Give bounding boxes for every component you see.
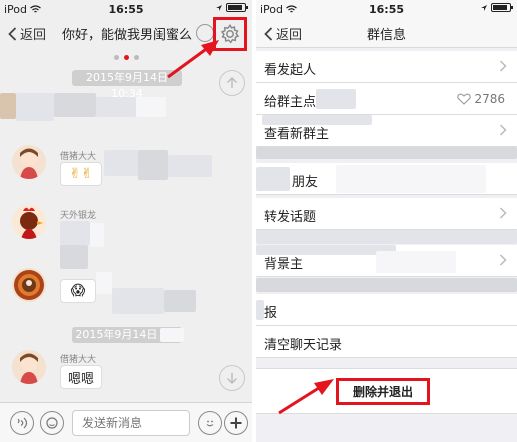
gear-icon <box>220 23 240 44</box>
menu-item-label: 报 <box>264 306 278 321</box>
sticker-icon <box>46 417 58 429</box>
blurred-content <box>16 93 54 121</box>
menu-item-background[interactable]: 背景主 <box>256 245 517 277</box>
blurred-content <box>168 155 212 177</box>
voice-button[interactable] <box>10 411 34 435</box>
back-button[interactable]: 返回 <box>8 24 46 43</box>
chat-screen: iPod 16:55 返回 你好，能做我男闺蜜么 2015年9月14日 10:3… <box>0 0 252 442</box>
sender-name: 借猪大大 <box>60 355 97 365</box>
menu-item-friends[interactable]: 朋友 <box>256 163 517 195</box>
like-count: 2786 <box>457 92 505 106</box>
menu-item-view-new-owner[interactable]: 查看新群主 <box>256 115 517 147</box>
girl-avatar-icon <box>20 148 38 179</box>
chevron-right-icon <box>499 124 507 136</box>
blurred-content <box>376 251 456 273</box>
arrow-down-icon <box>227 373 237 384</box>
status-bar: iPod 16:55 <box>0 0 252 18</box>
avatar[interactable] <box>12 268 46 302</box>
emoji-button[interactable] <box>198 411 222 435</box>
group-settings-button[interactable] <box>213 17 247 51</box>
group-info-screen: iPod 16:55 返回 群信息 看发起人 给群主点 2786 查看新群主 朋… <box>256 0 517 442</box>
chat-timestamp: 2015年9月14日 10:34 <box>72 70 182 100</box>
menu-item-label: 背景主 <box>264 257 304 272</box>
group-info-nav-bar: 返回 群信息 <box>256 18 517 48</box>
blurred-content <box>256 147 517 159</box>
rooster-avatar-icon <box>20 207 43 239</box>
plus-icon <box>230 417 242 429</box>
status-bar: iPod 16:55 <box>256 0 517 18</box>
blurred-content <box>138 150 168 180</box>
blurred-content <box>160 328 184 342</box>
blurred-content <box>256 167 290 191</box>
blurred-content <box>262 115 372 125</box>
blurred-content <box>256 300 264 320</box>
group-info-title: 群信息 <box>366 28 406 43</box>
chevron-right-icon <box>499 254 507 266</box>
blurred-content <box>96 97 136 117</box>
blurred-content <box>256 230 517 244</box>
heart-icon <box>457 93 472 105</box>
smiley-icon <box>206 420 214 427</box>
battery-icon <box>491 3 513 12</box>
menu-item-report[interactable]: 报 <box>256 294 517 326</box>
menu-item-view-creator[interactable]: 看发起人 <box>256 51 517 83</box>
message-bubble[interactable]: ✌✌ <box>60 162 102 186</box>
location-icon <box>216 4 222 11</box>
blurred-content <box>90 223 104 247</box>
blurred-content <box>96 272 112 294</box>
menu-item-label: 转发话题 <box>264 210 317 225</box>
menu-item-forward-topic[interactable]: 转发话题 <box>256 198 517 230</box>
scroll-down-button[interactable] <box>219 365 245 391</box>
menu-item-label: 清空聊天记录 <box>264 338 343 353</box>
chevron-right-icon <box>499 207 507 219</box>
arrow-up-icon <box>227 77 237 88</box>
blurred-content <box>316 89 356 109</box>
blurred-content <box>60 221 90 245</box>
message-input[interactable] <box>72 410 190 436</box>
message-input-bar <box>0 402 252 442</box>
avatar[interactable] <box>12 145 46 179</box>
blurred-content <box>164 290 196 312</box>
avatar[interactable] <box>12 350 46 384</box>
sender-name: 借猪大大 <box>60 152 97 162</box>
menu-item-label: 看发起人 <box>264 63 317 78</box>
blurred-content <box>104 150 138 176</box>
blurred-content <box>136 97 166 117</box>
back-label: 返回 <box>20 28 47 43</box>
blurred-content <box>112 288 164 314</box>
menu-item-clear-history[interactable]: 清空聊天记录 <box>256 326 517 358</box>
voice-icon <box>17 417 28 429</box>
menu-item-label: 朋友 <box>292 175 319 190</box>
chat-title: 你好，能做我男闺蜜么 <box>62 28 193 43</box>
menu-item-like-owner[interactable]: 给群主点 2786 <box>256 83 517 115</box>
blurred-content <box>336 165 486 193</box>
delete-and-exit-button[interactable]: 删除并退出 <box>336 378 430 405</box>
turkey-avatar-icon <box>14 270 44 300</box>
message-bubble[interactable]: 嗯嗯 <box>60 365 102 389</box>
avatar[interactable] <box>12 205 46 239</box>
battery-icon <box>226 3 248 12</box>
page-indicator <box>0 55 252 60</box>
blurred-content <box>54 93 96 117</box>
blurred-avatar <box>0 93 16 119</box>
emoji-panel-button[interactable] <box>40 411 64 435</box>
blurred-content <box>60 245 88 269</box>
more-icon[interactable] <box>196 24 214 42</box>
girl-avatar-icon <box>20 353 38 384</box>
blurred-content <box>256 278 517 292</box>
more-actions-button[interactable] <box>224 411 248 435</box>
chevron-left-icon <box>8 26 17 41</box>
menu-item-label: 查看新群主 <box>264 127 330 142</box>
location-icon <box>481 4 487 11</box>
status-time: 16:55 <box>368 3 404 16</box>
message-bubble[interactable]: 😱 <box>60 279 96 303</box>
menu-item-label: 给群主点 <box>264 95 317 110</box>
blurred-content <box>256 245 396 255</box>
chevron-right-icon <box>499 60 507 72</box>
scroll-up-button[interactable] <box>219 70 245 96</box>
sender-name: 天外银龙 <box>60 211 97 221</box>
